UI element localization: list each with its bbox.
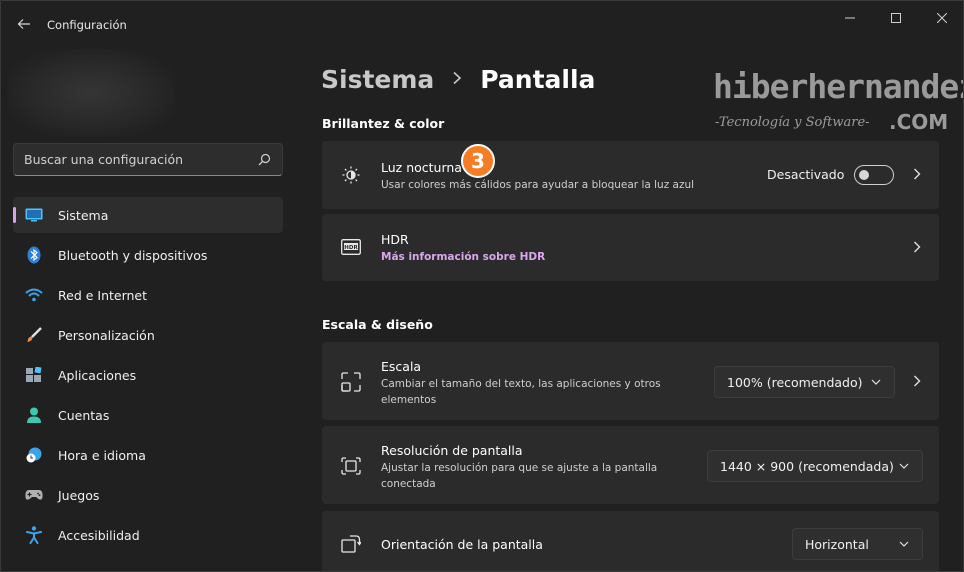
night-light-toggle[interactable]: [854, 165, 894, 185]
watermark: hiberhernandez -Tecnología y Software- .…: [713, 67, 963, 137]
resolution-value: 1440 × 900 (recomendada): [720, 458, 894, 474]
scale-title: Escala: [381, 359, 422, 374]
globe-clock-icon: [25, 446, 43, 464]
scale-value: 100% (recomendado): [727, 374, 863, 390]
resolution-dropdown[interactable]: 1440 × 900 (recomendada): [707, 450, 923, 482]
sidebar-item-label: Bluetooth y dispositivos: [58, 247, 208, 263]
sidebar-item-label: Personalización: [58, 327, 155, 343]
sidebar-item-label: Sistema: [58, 207, 109, 223]
chevron-right-icon[interactable]: [909, 166, 925, 182]
title-bar: Configuración: [1, 1, 963, 49]
sidebar-item-label: Juegos: [58, 487, 100, 503]
sidebar-item-label: Red e Internet: [58, 287, 148, 303]
user-profile-avatar[interactable]: [7, 49, 175, 137]
back-button[interactable]: [9, 9, 39, 39]
chevron-right-icon[interactable]: [909, 239, 925, 255]
night-light-title: Luz nocturna: [381, 160, 462, 175]
resolution-card[interactable]: Resolución de pantalla Ajustar la resolu…: [322, 426, 939, 504]
page-title: Pantalla: [480, 64, 596, 94]
brush-icon: [25, 326, 43, 344]
chevron-down-icon: [898, 460, 910, 472]
sidebar-item-label: Cuentas: [58, 407, 110, 423]
maximize-button[interactable]: [873, 1, 919, 35]
monitor-icon: [25, 206, 43, 224]
resolution-title: Resolución de pantalla: [381, 443, 523, 458]
resolution-subtitle-1: Ajustar la resolución para que se ajuste…: [381, 462, 658, 474]
section-title-scale: Escala & diseño: [322, 317, 433, 332]
sidebar-item-personalizacion[interactable]: Personalización: [13, 317, 283, 353]
watermark-com: .COM: [889, 110, 949, 134]
scale-icon: [340, 371, 362, 393]
rotate-screen-icon: [340, 533, 362, 555]
search-icon[interactable]: [256, 152, 272, 168]
close-button[interactable]: [919, 1, 963, 35]
sidebar-item-sistema[interactable]: Sistema: [13, 197, 283, 233]
chevron-down-icon: [898, 538, 910, 550]
sidebar-item-juegos[interactable]: Juegos: [13, 477, 283, 513]
sidebar-item-label: Accesibilidad: [58, 527, 140, 543]
sidebar: Buscar una configuración Sistema Bluetoo…: [1, 49, 301, 571]
resolution-subtitle-2: conectada: [381, 478, 436, 490]
chevron-right-icon: [453, 71, 462, 84]
apps-icon: [25, 366, 43, 384]
orientation-dropdown[interactable]: Horizontal: [792, 528, 923, 560]
brightness-icon: [340, 164, 362, 186]
breadcrumb-separator: [452, 69, 462, 90]
settings-window: Configuración Buscar una configuración S…: [0, 0, 964, 572]
chevron-right-icon[interactable]: [909, 373, 925, 389]
night-light-state: Desactivado: [767, 167, 845, 182]
gamepad-icon: [25, 486, 43, 504]
maximize-icon: [891, 13, 901, 23]
app-title: Configuración: [47, 18, 127, 32]
sidebar-item-bluetooth[interactable]: Bluetooth y dispositivos: [13, 237, 283, 273]
orientation-value: Horizontal: [805, 536, 869, 552]
search-input[interactable]: Buscar una configuración: [13, 143, 283, 176]
scale-dropdown[interactable]: 100% (recomendado): [714, 366, 895, 398]
resolution-icon: [340, 455, 362, 477]
minimize-icon: [845, 17, 855, 19]
step-number-badge: 3: [461, 144, 495, 178]
scale-card[interactable]: Escala Cambiar el tamaño del texto, las …: [322, 342, 939, 420]
hdr-card[interactable]: HDR HDR Más información sobre HDR: [322, 214, 939, 281]
bluetooth-icon: [25, 246, 43, 264]
accessibility-icon: [25, 526, 43, 544]
breadcrumb: Sistema Pantalla: [321, 61, 595, 97]
svg-text:HDR: HDR: [344, 245, 358, 251]
search-placeholder: Buscar una configuración: [24, 152, 184, 167]
wifi-icon: [25, 286, 43, 304]
chevron-down-icon: [870, 376, 882, 388]
night-light-subtitle: Usar colores más cálidos para ayudar a b…: [381, 179, 695, 191]
scale-subtitle-2: elementos: [381, 394, 437, 406]
watermark-sub: -Tecnología y Software-: [715, 115, 870, 130]
hdr-icon: HDR: [340, 236, 362, 258]
orientation-title: Orientación de la pantalla: [381, 537, 543, 552]
sidebar-item-cuentas[interactable]: Cuentas: [13, 397, 283, 433]
sidebar-item-label: Hora e idioma: [58, 447, 146, 463]
breadcrumb-parent[interactable]: Sistema: [321, 65, 434, 94]
sidebar-item-accesibilidad[interactable]: Accesibilidad: [13, 517, 283, 553]
sidebar-item-red[interactable]: Red e Internet: [13, 277, 283, 313]
sidebar-item-hora[interactable]: Hora e idioma: [13, 437, 283, 473]
watermark-main: hiberhernandez: [713, 67, 964, 106]
toggle-knob: [859, 170, 869, 180]
sidebar-item-aplicaciones[interactable]: Aplicaciones: [13, 357, 283, 393]
sidebar-item-label: Aplicaciones: [58, 367, 137, 383]
close-icon: [937, 13, 947, 23]
hdr-info-link[interactable]: Más información sobre HDR: [381, 251, 545, 263]
sidebar-nav: Sistema Bluetooth y dispositivos Red e I…: [13, 197, 283, 557]
scale-subtitle-1: Cambiar el tamaño del texto, las aplicac…: [381, 378, 661, 390]
hdr-title: HDR: [381, 232, 409, 247]
orientation-card[interactable]: Orientación de la pantalla Horizontal: [322, 511, 939, 571]
section-title-brightness: Brillantez & color: [322, 116, 445, 131]
minimize-button[interactable]: [827, 1, 873, 35]
person-icon: [25, 406, 43, 424]
night-light-card[interactable]: Luz nocturna Usar colores más cálidos pa…: [322, 141, 939, 209]
arrow-left-icon: [17, 19, 30, 29]
